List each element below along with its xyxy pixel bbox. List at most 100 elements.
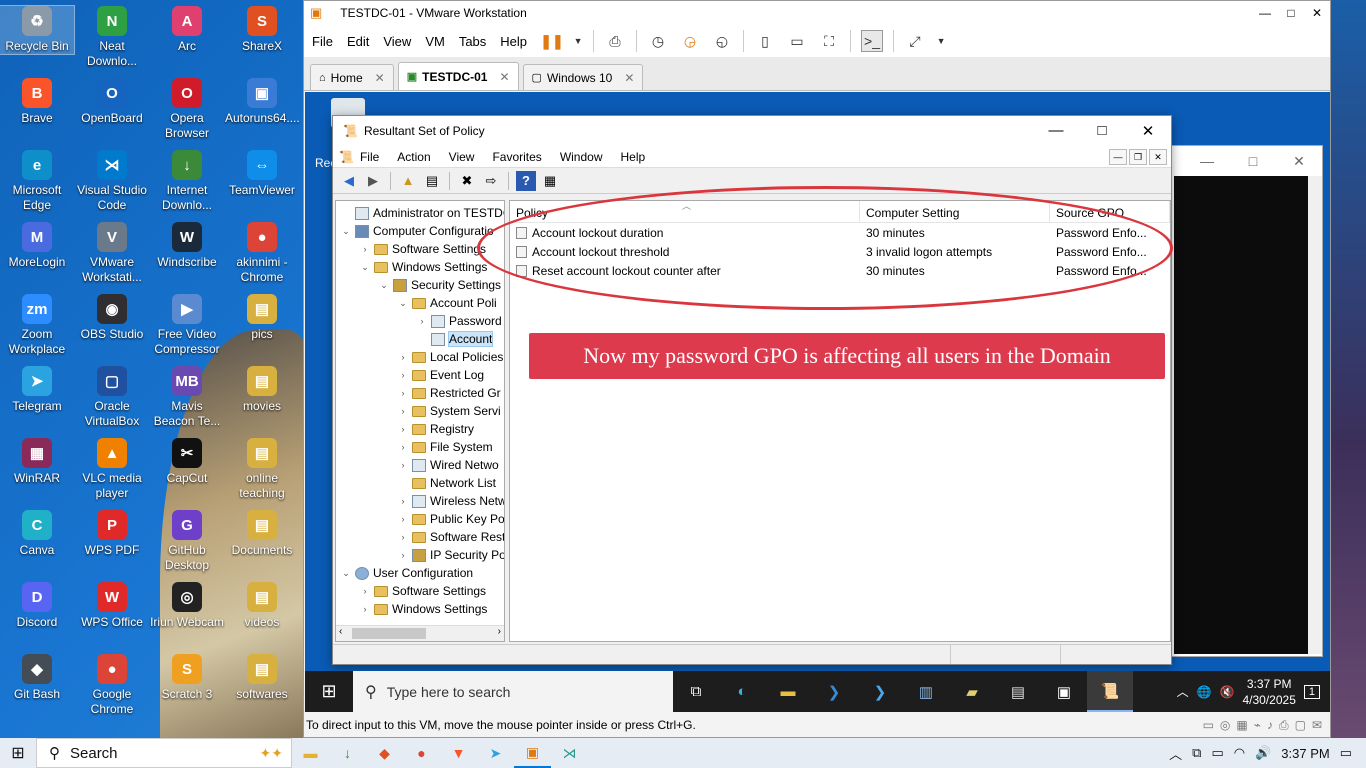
chevron-right-icon[interactable]: › bbox=[397, 442, 409, 452]
usb-icon[interactable]: ⌁ bbox=[1254, 718, 1261, 733]
menu-vm[interactable]: VM bbox=[425, 34, 445, 49]
scroll-thumb[interactable] bbox=[352, 628, 426, 639]
desktop-icon[interactable]: ▤ pics bbox=[225, 294, 299, 342]
file-explorer-icon[interactable]: ▬ bbox=[292, 738, 329, 768]
sound-icon[interactable]: ♪ bbox=[1267, 718, 1273, 733]
close-button[interactable]: ✕ bbox=[1276, 153, 1322, 170]
chevron-right-icon[interactable]: › bbox=[397, 514, 409, 524]
desktop-icon[interactable]: D Discord bbox=[0, 582, 74, 630]
minimize-button[interactable]: — bbox=[1184, 153, 1230, 169]
menu-action[interactable]: Action bbox=[397, 150, 430, 164]
tree-node[interactable]: Network List bbox=[397, 474, 496, 492]
printer-icon[interactable]: ⎙ bbox=[1279, 718, 1289, 733]
task-view-icon[interactable]: ⧉ bbox=[673, 671, 719, 712]
thumbnail-bar-icon[interactable]: ▭ bbox=[786, 30, 808, 52]
meet-now-icon[interactable]: ⧉ bbox=[1192, 745, 1201, 761]
menu-edit[interactable]: Edit bbox=[347, 34, 369, 49]
maximize-button[interactable]: □ bbox=[1278, 6, 1304, 20]
close-button[interactable]: ✕ bbox=[1304, 6, 1330, 20]
network-adapter-icon[interactable]: ▦ bbox=[1236, 718, 1247, 733]
desktop-icon[interactable]: ▶ Free Video Compressor bbox=[150, 294, 224, 357]
tree-node[interactable]: ⌄ Computer Configuratio bbox=[340, 222, 494, 240]
tree-node[interactable]: › Registry bbox=[397, 420, 475, 438]
battery-icon[interactable]: ▭ bbox=[1211, 745, 1223, 761]
tab-testdc-01[interactable]: ▣ TESTDC-01 ✕ bbox=[397, 62, 519, 90]
desktop-icon[interactable]: O OpenBoard bbox=[75, 78, 149, 126]
mdi-close-button[interactable]: ✕ bbox=[1149, 148, 1167, 165]
desktop-icon[interactable]: ♻ Recycle Bin bbox=[0, 5, 75, 55]
tree-node[interactable]: › Restricted Gr bbox=[397, 384, 501, 402]
tree-node[interactable]: › Local Policies bbox=[397, 348, 504, 366]
rsop-taskbar-icon[interactable]: 📜 bbox=[1087, 671, 1133, 712]
chevron-down-icon[interactable]: ⌄ bbox=[397, 298, 409, 309]
network-icon[interactable]: 🌐 bbox=[1197, 685, 1212, 699]
tree-node[interactable]: › IP Security Po bbox=[397, 546, 505, 564]
vmware-taskbar-icon[interactable]: ▣ bbox=[514, 738, 551, 768]
host-start-button[interactable]: ⊞ bbox=[0, 738, 36, 768]
chevron-right-icon[interactable]: › bbox=[397, 352, 409, 362]
chevron-right-icon[interactable]: › bbox=[359, 586, 371, 596]
desktop-icon[interactable]: ◉ OBS Studio bbox=[75, 294, 149, 342]
desktop-icon[interactable]: O Opera Browser bbox=[150, 78, 224, 141]
console-tree[interactable]: Administrator on TESTDC-0 ⌄ Computer Confi… bbox=[335, 200, 505, 642]
brave-icon[interactable]: ▼ bbox=[440, 738, 477, 768]
tree-node[interactable]: › Software Rest bbox=[397, 528, 505, 546]
back-icon[interactable]: ◀ bbox=[339, 171, 359, 191]
properties-icon[interactable]: ▦ bbox=[540, 171, 560, 191]
chevron-right-icon[interactable]: › bbox=[397, 532, 409, 542]
notification-icon[interactable]: 1 bbox=[1303, 684, 1320, 699]
chevron-down-icon[interactable]: ⌄ bbox=[340, 568, 352, 579]
desktop-icon[interactable]: P WPS PDF bbox=[75, 510, 149, 558]
maximize-button[interactable]: □ bbox=[1230, 153, 1276, 169]
send-ctrl-alt-del-icon[interactable]: ⎙ bbox=[604, 30, 626, 52]
dropdown-arrow-icon[interactable]: ▼ bbox=[573, 30, 583, 52]
up-folder-icon[interactable]: ▲ bbox=[398, 171, 418, 191]
tree-node[interactable]: › Software Settings bbox=[359, 240, 487, 258]
file-explorer-icon[interactable]: ▬ bbox=[765, 671, 811, 712]
delete-icon[interactable]: ✖ bbox=[457, 171, 477, 191]
desktop-icon[interactable]: ● Google Chrome bbox=[75, 654, 149, 717]
chevron-right-icon[interactable]: › bbox=[397, 460, 409, 470]
full-screen-icon[interactable]: ⛶ bbox=[818, 30, 840, 52]
desktop-icon[interactable]: ⇔ TeamViewer bbox=[225, 150, 299, 198]
server-manager-icon[interactable]: ▥ bbox=[903, 671, 949, 712]
scroll-right-icon[interactable]: › bbox=[498, 626, 501, 637]
scroll-left-icon[interactable]: ‹ bbox=[339, 626, 342, 637]
desktop-icon[interactable]: V VMware Workstati... bbox=[75, 222, 149, 285]
close-button[interactable]: ✕ bbox=[1125, 122, 1171, 140]
desktop-icon[interactable]: ▢ Oracle VirtualBox bbox=[75, 366, 149, 429]
desktop-icon[interactable]: e Microsoft Edge bbox=[0, 150, 74, 213]
volume-muted-icon[interactable]: 🔇 bbox=[1220, 685, 1235, 699]
tree-node[interactable]: Account bbox=[416, 330, 494, 348]
tree-node[interactable]: › Wireless Netw bbox=[397, 492, 505, 510]
tree-node[interactable]: › Software Settings bbox=[359, 582, 487, 600]
show-hidden-icons-icon[interactable]: ︿ bbox=[1169, 744, 1182, 763]
chrome-icon[interactable]: ● bbox=[403, 738, 440, 768]
desktop-icon[interactable]: S Scratch 3 bbox=[150, 654, 224, 702]
revert-snapshot-icon[interactable]: ◶ bbox=[679, 30, 701, 52]
column-computer-setting[interactable]: Computer Setting bbox=[860, 201, 1050, 222]
show-hidden-icons-icon[interactable]: ︿ bbox=[1177, 683, 1189, 700]
tree-node[interactable]: › Password bbox=[416, 312, 502, 330]
snapshot-manager-icon[interactable]: ◵ bbox=[711, 30, 733, 52]
menu-help[interactable]: Help bbox=[621, 150, 646, 164]
desktop-icon[interactable]: ▤ movies bbox=[225, 366, 299, 414]
chevron-down-icon[interactable]: ⌄ bbox=[340, 226, 352, 237]
tab-close-icon[interactable]: ✕ bbox=[499, 70, 509, 84]
menu-favorites[interactable]: Favorites bbox=[492, 150, 541, 164]
guest-clock[interactable]: 3:37 PM 4/30/2025 bbox=[1242, 676, 1295, 708]
edge-icon[interactable]: ◐ bbox=[719, 671, 765, 712]
host-search-box[interactable]: ⚲ Search ✦✦ bbox=[36, 738, 292, 768]
tab-close-icon[interactable]: ✕ bbox=[624, 71, 634, 85]
powershell-ise-icon[interactable]: ❯ bbox=[857, 671, 903, 712]
minimize-button[interactable]: — bbox=[1033, 122, 1079, 140]
chevron-right-icon[interactable]: › bbox=[397, 388, 409, 398]
tree-node[interactable]: Administrator on TESTDC-0 bbox=[340, 204, 504, 222]
tree-node[interactable]: › File System bbox=[397, 438, 493, 456]
dropdown-arrow-icon[interactable]: ▼ bbox=[936, 30, 946, 52]
guest-search-box[interactable]: ⚲ Type here to search bbox=[353, 671, 673, 712]
desktop-icon[interactable]: ▣ Autoruns64.... bbox=[225, 78, 300, 126]
library-view-icon[interactable]: ▯ bbox=[754, 30, 776, 52]
tab-windows-10[interactable]: ▢ Windows 10 ✕ bbox=[522, 64, 644, 90]
desktop-icon[interactable]: N Neat Downlo... bbox=[75, 6, 149, 69]
